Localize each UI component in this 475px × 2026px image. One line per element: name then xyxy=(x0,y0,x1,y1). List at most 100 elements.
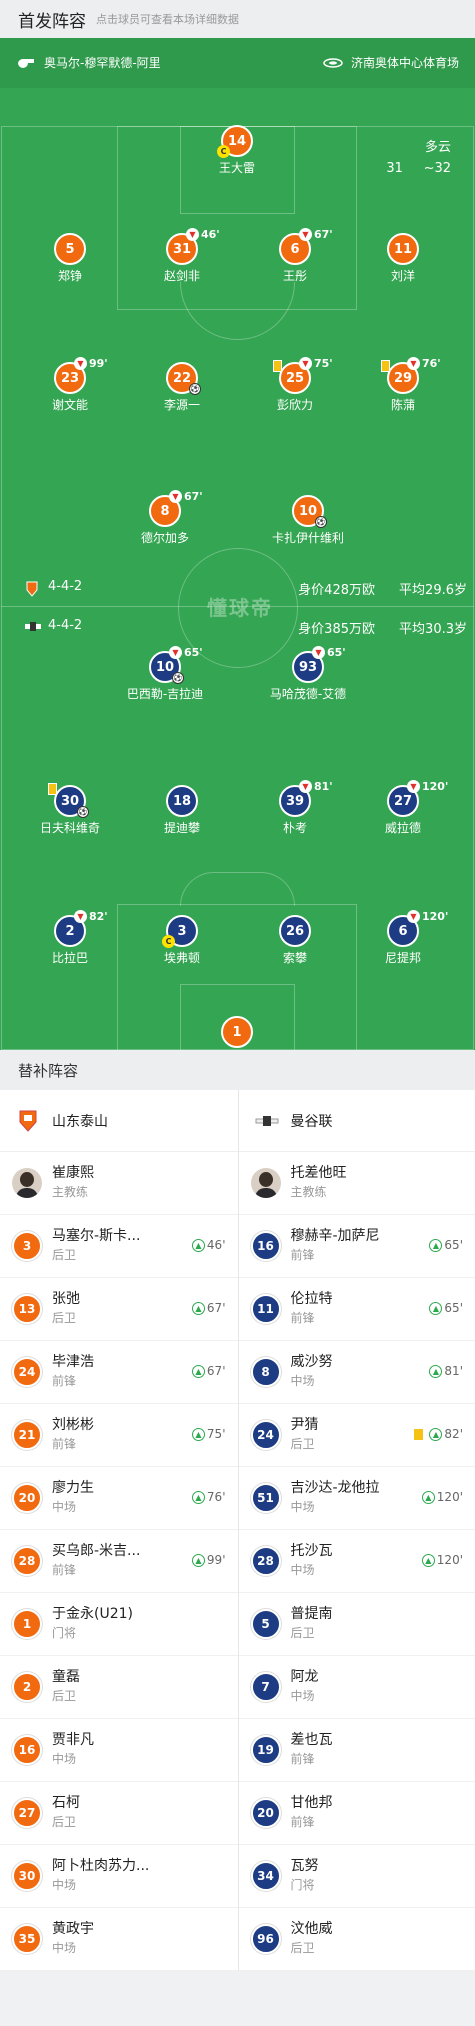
sub-time: 46' xyxy=(201,228,220,241)
player-number: 29 ▼ 76' xyxy=(381,357,441,394)
home-player[interactable]: 10 ⚽ 卡扎伊什维利 xyxy=(243,495,373,546)
home-player[interactable]: 5 郑铮 xyxy=(5,233,135,284)
away-player[interactable]: 30 ⚽ 日夫科维奇 xyxy=(5,783,135,836)
player-name: 廖力生 xyxy=(52,1480,94,1496)
home-player[interactable]: 23 ▼ 99' 谢文能 xyxy=(5,357,135,413)
sub-on: ▲ 120' xyxy=(421,1553,463,1567)
home-value: 身价428万欧 xyxy=(298,583,375,598)
bench-player-row[interactable]: 28 买乌郎-米吉... 前锋 ▲ 99' xyxy=(0,1530,238,1593)
bench-player-row[interactable]: 24 毕津浩 前锋 ▲ 67' xyxy=(0,1341,238,1404)
sub-on-icon: ▲ xyxy=(191,1364,205,1378)
player-position: 后卫 xyxy=(290,1941,315,1955)
sub-off-icon: ▼ xyxy=(74,910,87,923)
sub-off-badge: ▼ 67' xyxy=(169,490,203,503)
player-info: 童磊 后卫 xyxy=(52,1668,80,1706)
bench-player-row[interactable]: 11 伦拉特 前锋 ▲ 65' xyxy=(238,1278,475,1341)
player-info: 刘彬彬 前锋 xyxy=(52,1416,94,1454)
referee-name: 奥马尔-穆罕默德-阿里 xyxy=(44,56,161,70)
bench-player-row[interactable]: 19 差也瓦 前锋 xyxy=(238,1719,475,1782)
bench-player-row[interactable]: 34 瓦努 门将 xyxy=(238,1845,475,1908)
bench-player-row[interactable]: 27 石柯 后卫 xyxy=(0,1782,238,1845)
home-player[interactable]: 8 ▼ 67' 德尔加多 xyxy=(100,490,230,546)
player-info: 毕津浩 前锋 xyxy=(52,1353,94,1391)
bench-player-row[interactable]: 3 马塞尔-斯卡... 后卫 ▲ 46' xyxy=(0,1215,238,1278)
bench-player-row[interactable]: 8 威沙努 中场 ▲ 81' xyxy=(238,1341,475,1404)
bench-player-row[interactable]: 5 普提南 后卫 xyxy=(238,1593,475,1656)
home-team-header[interactable]: 山东泰山 xyxy=(0,1090,238,1152)
bench-player-row[interactable]: 35 黄政宇 中场 xyxy=(0,1908,238,1971)
captain-icon: C xyxy=(162,935,175,948)
player-number: 14 C xyxy=(217,125,253,158)
player-position: 后卫 xyxy=(290,1437,315,1451)
player-number: 34 xyxy=(250,1861,281,1891)
bench-player-row[interactable]: 16 贾非凡 中场 xyxy=(0,1719,238,1782)
player-name: 毕津浩 xyxy=(52,1354,94,1370)
player-name: 谢文能 xyxy=(51,398,88,412)
player-name: 阿卜杜肉苏力... xyxy=(52,1858,150,1874)
away-player[interactable]: 6 ▼ 120' 尼提邦 xyxy=(338,910,468,966)
player-number: 8 xyxy=(250,1357,281,1387)
away-player[interactable]: 3 C 埃弗顿 xyxy=(117,915,247,966)
sub-off-icon: ▼ xyxy=(169,490,182,503)
sub-on-time: 75' xyxy=(206,1427,226,1441)
player-info: 黄政宇 中场 xyxy=(52,1920,94,1958)
bench-player-row[interactable]: 96 汶他威 后卫 xyxy=(238,1908,475,1971)
sub-on: ▲ 67' xyxy=(191,1364,226,1378)
bench-player-row[interactable]: 51 吉沙达-龙他拉 中场 ▲ 120' xyxy=(238,1467,475,1530)
player-name: 阿龙 xyxy=(290,1669,319,1685)
home-player[interactable]: 31 ▼ 46' 赵剑非 xyxy=(117,228,247,284)
player-info: 差也瓦 前锋 xyxy=(291,1731,333,1769)
bench-player-row[interactable]: 2 童磊 后卫 xyxy=(0,1656,238,1719)
home-player[interactable]: 22 ⚽ 李源一 xyxy=(117,362,247,413)
player-number: 2 ▼ 82' xyxy=(54,910,108,947)
bench-player-row[interactable]: 13 张弛 后卫 ▲ 67' xyxy=(0,1278,238,1341)
bench-player-row[interactable]: 1 于金永(U21) 门将 xyxy=(0,1593,238,1656)
player-name: 吉沙达-龙他拉 xyxy=(290,1480,380,1496)
coach-avatar xyxy=(250,1168,281,1198)
away-player[interactable]: 27 ▼ 120' 威拉德 xyxy=(338,780,468,836)
away-coach[interactable]: 托差他旺 主教练 xyxy=(238,1152,475,1215)
away-player[interactable]: 10 ▼ 65' ⚽ 巴西勒-吉拉迪 xyxy=(100,646,230,702)
away-player[interactable]: 18 提迪攀 xyxy=(117,785,247,836)
player-number: 16 xyxy=(250,1231,281,1261)
home-player[interactable]: 14 C 王大雷 xyxy=(172,125,302,176)
bench-player-row[interactable]: 20 廖力生 中场 ▲ 76' xyxy=(0,1467,238,1530)
away-team-header[interactable]: 曼谷联 xyxy=(238,1090,475,1152)
player-number: 11 xyxy=(387,233,419,265)
player-info: 伦拉特 前锋 xyxy=(291,1290,333,1328)
home-player[interactable]: 29 ▼ 76' 陈蒲 xyxy=(338,357,468,413)
bench-player-row[interactable]: 30 阿卜杜肉苏力... 中场 xyxy=(0,1845,238,1908)
away-player[interactable]: 93 ▼ 65' 马哈茂德-艾德 xyxy=(243,646,373,702)
player-number: 27 ▼ 120' xyxy=(387,780,448,817)
bench-player-row[interactable]: 20 甘他邦 前锋 xyxy=(238,1782,475,1845)
player-number: 5 xyxy=(250,1609,281,1639)
sub-on: ▲ 99' xyxy=(191,1553,226,1567)
player-info: 张弛 后卫 xyxy=(52,1290,80,1328)
sub-time: 82' xyxy=(89,910,108,923)
bench-player-row[interactable]: 24 尹猜 后卫 ▲ 82' xyxy=(238,1404,475,1467)
sub-off-icon: ▼ xyxy=(299,780,312,793)
player-name: 马塞尔-斯卡... xyxy=(52,1228,141,1244)
bench-player-row[interactable]: 28 托沙瓦 中场 ▲ 120' xyxy=(238,1530,475,1593)
coach-role: 主教练 xyxy=(52,1185,89,1199)
player-info: 托沙瓦 中场 xyxy=(291,1542,333,1580)
coach-role: 主教练 xyxy=(290,1185,327,1199)
away-value: 身价385万欧 xyxy=(298,622,375,637)
sub-on-icon: ▲ xyxy=(191,1301,205,1315)
player-info: 瓦努 门将 xyxy=(291,1857,319,1895)
sub-on-icon: ▲ xyxy=(429,1301,443,1315)
player-name: 郑铮 xyxy=(57,269,82,283)
bench-player-row[interactable]: 7 阿龙 中场 xyxy=(238,1656,475,1719)
player-position: 前锋 xyxy=(290,1248,315,1262)
home-coach[interactable]: 崔康熙 主教练 xyxy=(0,1152,238,1215)
goal-ball-icon: ⚽ xyxy=(189,383,201,395)
player-info: 于金永(U21) 门将 xyxy=(52,1605,133,1643)
player-name: 托沙瓦 xyxy=(290,1543,333,1559)
bench-player-row[interactable]: 16 穆赫辛-加萨尼 前锋 ▲ 65' xyxy=(238,1215,475,1278)
away-player[interactable]: 1巴提瓦 xyxy=(172,1016,302,1050)
sub-on-time: 65' xyxy=(444,1301,463,1315)
home-player[interactable]: 11 刘洋 xyxy=(338,233,468,284)
bench-player-row[interactable]: 21 刘彬彬 前锋 ▲ 75' xyxy=(0,1404,238,1467)
away-player[interactable]: 2 ▼ 82' 比拉巴 xyxy=(5,910,135,966)
player-info: 廖力生 中场 xyxy=(52,1479,94,1517)
